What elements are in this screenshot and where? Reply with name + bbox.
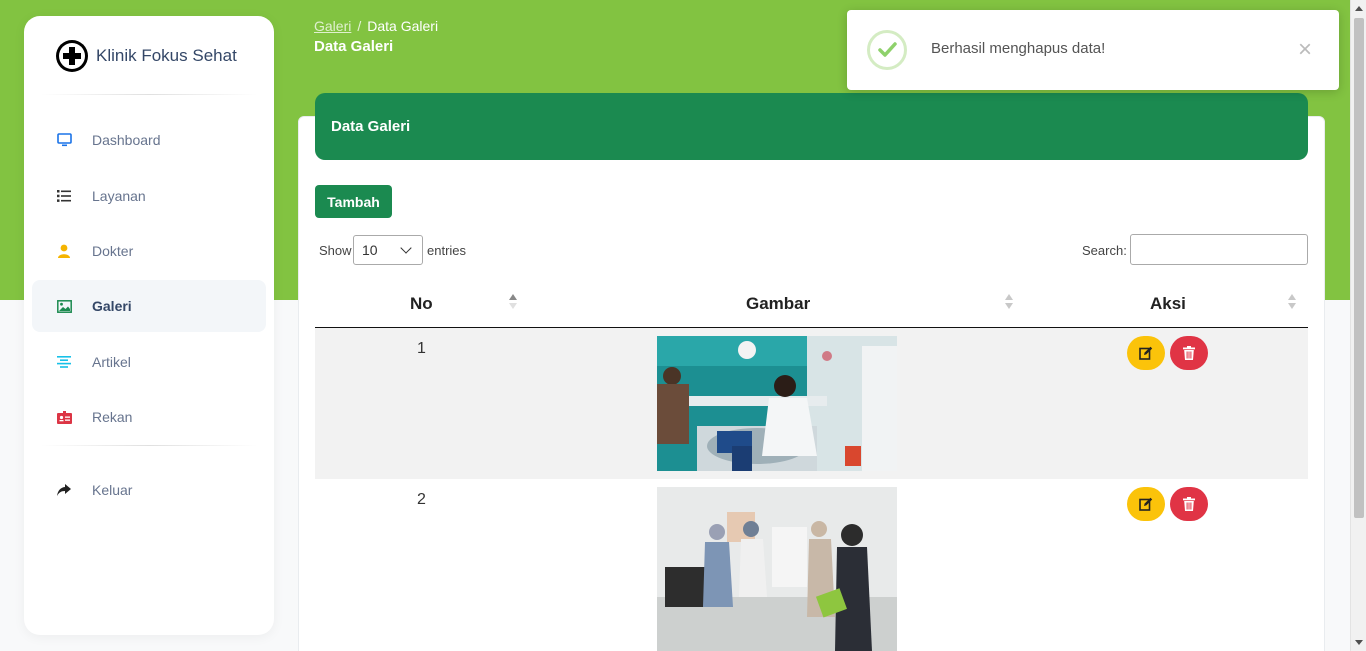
image-icon	[56, 298, 72, 314]
add-button[interactable]: Tambah	[315, 185, 392, 218]
sidebar-item-label: Keluar	[92, 482, 133, 498]
breadcrumb-current: Data Galeri	[367, 18, 439, 34]
scrollbar[interactable]	[1350, 0, 1366, 651]
sort-asc-icon[interactable]	[509, 294, 517, 312]
user-icon	[56, 243, 72, 259]
gallery-image	[657, 487, 897, 651]
trash-icon	[1183, 497, 1195, 511]
chevron-down-icon	[400, 242, 412, 254]
breadcrumb-link-galeri[interactable]: Galeri	[314, 18, 351, 34]
edit-button[interactable]	[1127, 487, 1165, 521]
sidebar-item-galeri[interactable]: Galeri	[32, 280, 266, 332]
id-card-icon	[56, 409, 72, 425]
sidebar: Klinik Fokus Sehat Dashboard Layanan Dok…	[24, 16, 274, 635]
show-label: Show	[319, 243, 352, 258]
table-header: No Gambar Aksi	[315, 280, 1308, 328]
sidebar-item-label: Layanan	[92, 188, 146, 204]
column-header-no[interactable]: No	[410, 294, 433, 314]
sidebar-item-label: Galeri	[92, 298, 132, 314]
sidebar-item-dokter[interactable]: Dokter	[32, 225, 266, 277]
search-input[interactable]	[1130, 234, 1308, 265]
list-icon	[56, 188, 72, 204]
trash-icon	[1183, 346, 1195, 360]
edit-button[interactable]	[1127, 336, 1165, 370]
delete-button[interactable]	[1170, 336, 1208, 370]
success-check-icon	[867, 30, 907, 70]
sidebar-item-label: Dokter	[92, 243, 134, 259]
delete-button[interactable]	[1170, 487, 1208, 521]
entries-select[interactable]: 10	[353, 235, 423, 265]
table-row: 2	[315, 479, 1308, 651]
brand[interactable]: Klinik Fokus Sehat	[56, 40, 237, 72]
column-header-gambar[interactable]: Gambar	[746, 294, 810, 314]
gallery-image	[657, 336, 897, 471]
sidebar-item-label: Dashboard	[92, 132, 161, 148]
table-row: 1	[315, 328, 1308, 479]
breadcrumb-separator: /	[357, 18, 362, 34]
entries-value: 10	[362, 242, 378, 258]
column-header-aksi[interactable]: Aksi	[1150, 294, 1186, 314]
sidebar-item-dashboard[interactable]: Dashboard	[32, 114, 266, 166]
row-number: 1	[417, 340, 426, 357]
edit-icon	[1139, 497, 1153, 511]
sidebar-divider	[40, 94, 258, 95]
edit-icon	[1139, 346, 1153, 360]
close-icon[interactable]: ×	[1295, 38, 1315, 62]
sidebar-item-artikel[interactable]: Artikel	[32, 336, 266, 388]
align-center-icon	[56, 354, 72, 370]
sidebar-item-layanan[interactable]: Layanan	[32, 170, 266, 222]
card-header: Data Galeri	[315, 93, 1308, 160]
monitor-icon	[56, 132, 72, 148]
success-toast: Berhasil menghapus data! ×	[847, 10, 1339, 90]
medical-cross-logo-icon	[56, 40, 88, 72]
sidebar-item-label: Artikel	[92, 354, 131, 370]
sidebar-divider	[40, 445, 258, 446]
sidebar-item-rekan[interactable]: Rekan	[32, 391, 266, 443]
sort-icon[interactable]	[1005, 294, 1013, 312]
search-label: Search:	[1082, 243, 1127, 258]
brand-name: Klinik Fokus Sehat	[96, 46, 237, 65]
scroll-up-icon[interactable]	[1355, 6, 1363, 11]
sort-icon[interactable]	[1288, 294, 1296, 312]
share-arrow-icon	[56, 482, 72, 498]
entries-label: entries	[427, 243, 467, 258]
page-title: Data Galeri	[314, 38, 394, 55]
breadcrumb: Galeri / Data Galeri	[314, 18, 438, 34]
row-number: 2	[417, 491, 426, 508]
sidebar-item-keluar[interactable]: Keluar	[32, 464, 266, 516]
scrollbar-thumb[interactable]	[1354, 18, 1364, 518]
toast-message: Berhasil menghapus data!	[931, 40, 1106, 57]
scroll-down-icon[interactable]	[1355, 640, 1363, 645]
sidebar-item-label: Rekan	[92, 409, 133, 425]
